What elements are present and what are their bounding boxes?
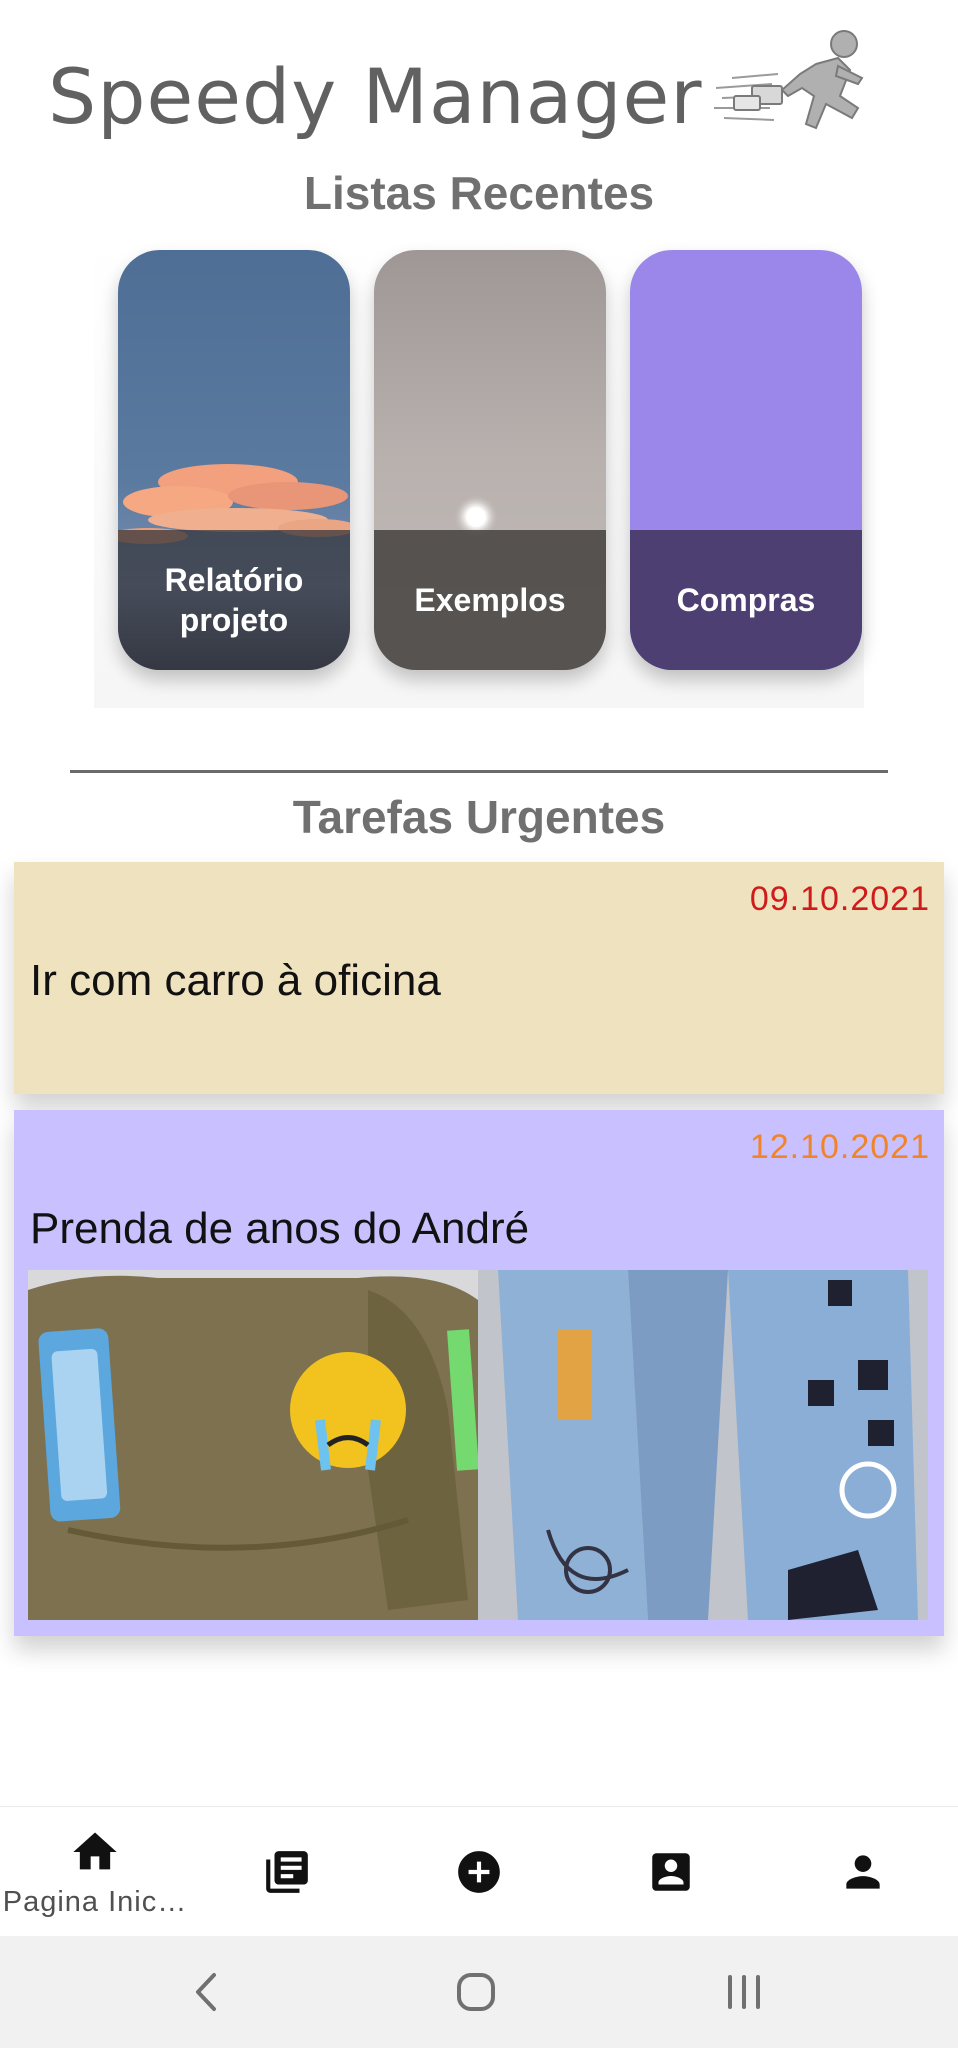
add-circle-icon [458, 1851, 500, 1893]
task-card[interactable]: 12.10.2021 Prenda de anos do André [14, 1110, 944, 1636]
nav-item-home[interactable]: Pagina Inic… [0, 1807, 190, 1937]
nav-item-add[interactable] [384, 1807, 574, 1937]
recent-list-label-overlay: Relatório projeto [118, 530, 350, 670]
nav-item-contacts[interactable] [576, 1807, 766, 1937]
back-icon [196, 1973, 216, 2011]
task-date: 09.10.2021 [749, 880, 930, 918]
task-title: Ir com carro à oficina [30, 956, 441, 1005]
system-navigation-bar [0, 1936, 958, 2048]
system-recents-button[interactable] [704, 1964, 784, 2020]
app-title: Speedy Manager [48, 52, 703, 141]
system-back-button[interactable] [166, 1964, 246, 2020]
recent-lists-heading: Listas Recentes [303, 167, 655, 219]
recent-list-label: Exemplos [414, 582, 566, 618]
contact-card-icon [652, 1853, 690, 1891]
nav-item-label: Pagina Inic… [2, 1885, 188, 1918]
running-man-logo-icon [712, 26, 876, 146]
nav-item-profile[interactable] [768, 1807, 958, 1937]
person-icon [846, 1855, 880, 1889]
system-home-button[interactable] [436, 1964, 516, 2020]
sweatshirt-and-jeans-photo[interactable] [28, 1270, 928, 1620]
bottom-navigation: Pagina Inic… [0, 1806, 958, 1937]
lists-icon [266, 1851, 308, 1893]
urgent-tasks-heading: Tarefas Urgentes [292, 791, 666, 843]
nav-item-lists[interactable] [192, 1807, 382, 1937]
recents-icon [728, 1975, 760, 2009]
section-divider [70, 770, 888, 773]
recent-list-label-overlay: Exemplos [374, 530, 606, 670]
recent-list-card[interactable]: Exemplos [374, 250, 606, 670]
recent-list-card[interactable]: Compras [630, 250, 862, 670]
recent-list-label: Compras [676, 582, 816, 618]
home-icon [73, 1832, 117, 1869]
home-circle-icon [457, 1973, 495, 2011]
recent-list-label: Relatório projeto [164, 562, 304, 638]
recent-list-card[interactable]: Relatório projeto [118, 250, 350, 670]
recent-lists-carousel[interactable]: Relatório projeto Exemplos Compras [94, 238, 864, 708]
task-title: Prenda de anos do André [30, 1204, 530, 1253]
recent-list-label-overlay: Compras [630, 530, 862, 670]
task-date: 12.10.2021 [749, 1128, 930, 1166]
task-card[interactable]: 09.10.2021 Ir com carro à oficina [14, 862, 944, 1094]
